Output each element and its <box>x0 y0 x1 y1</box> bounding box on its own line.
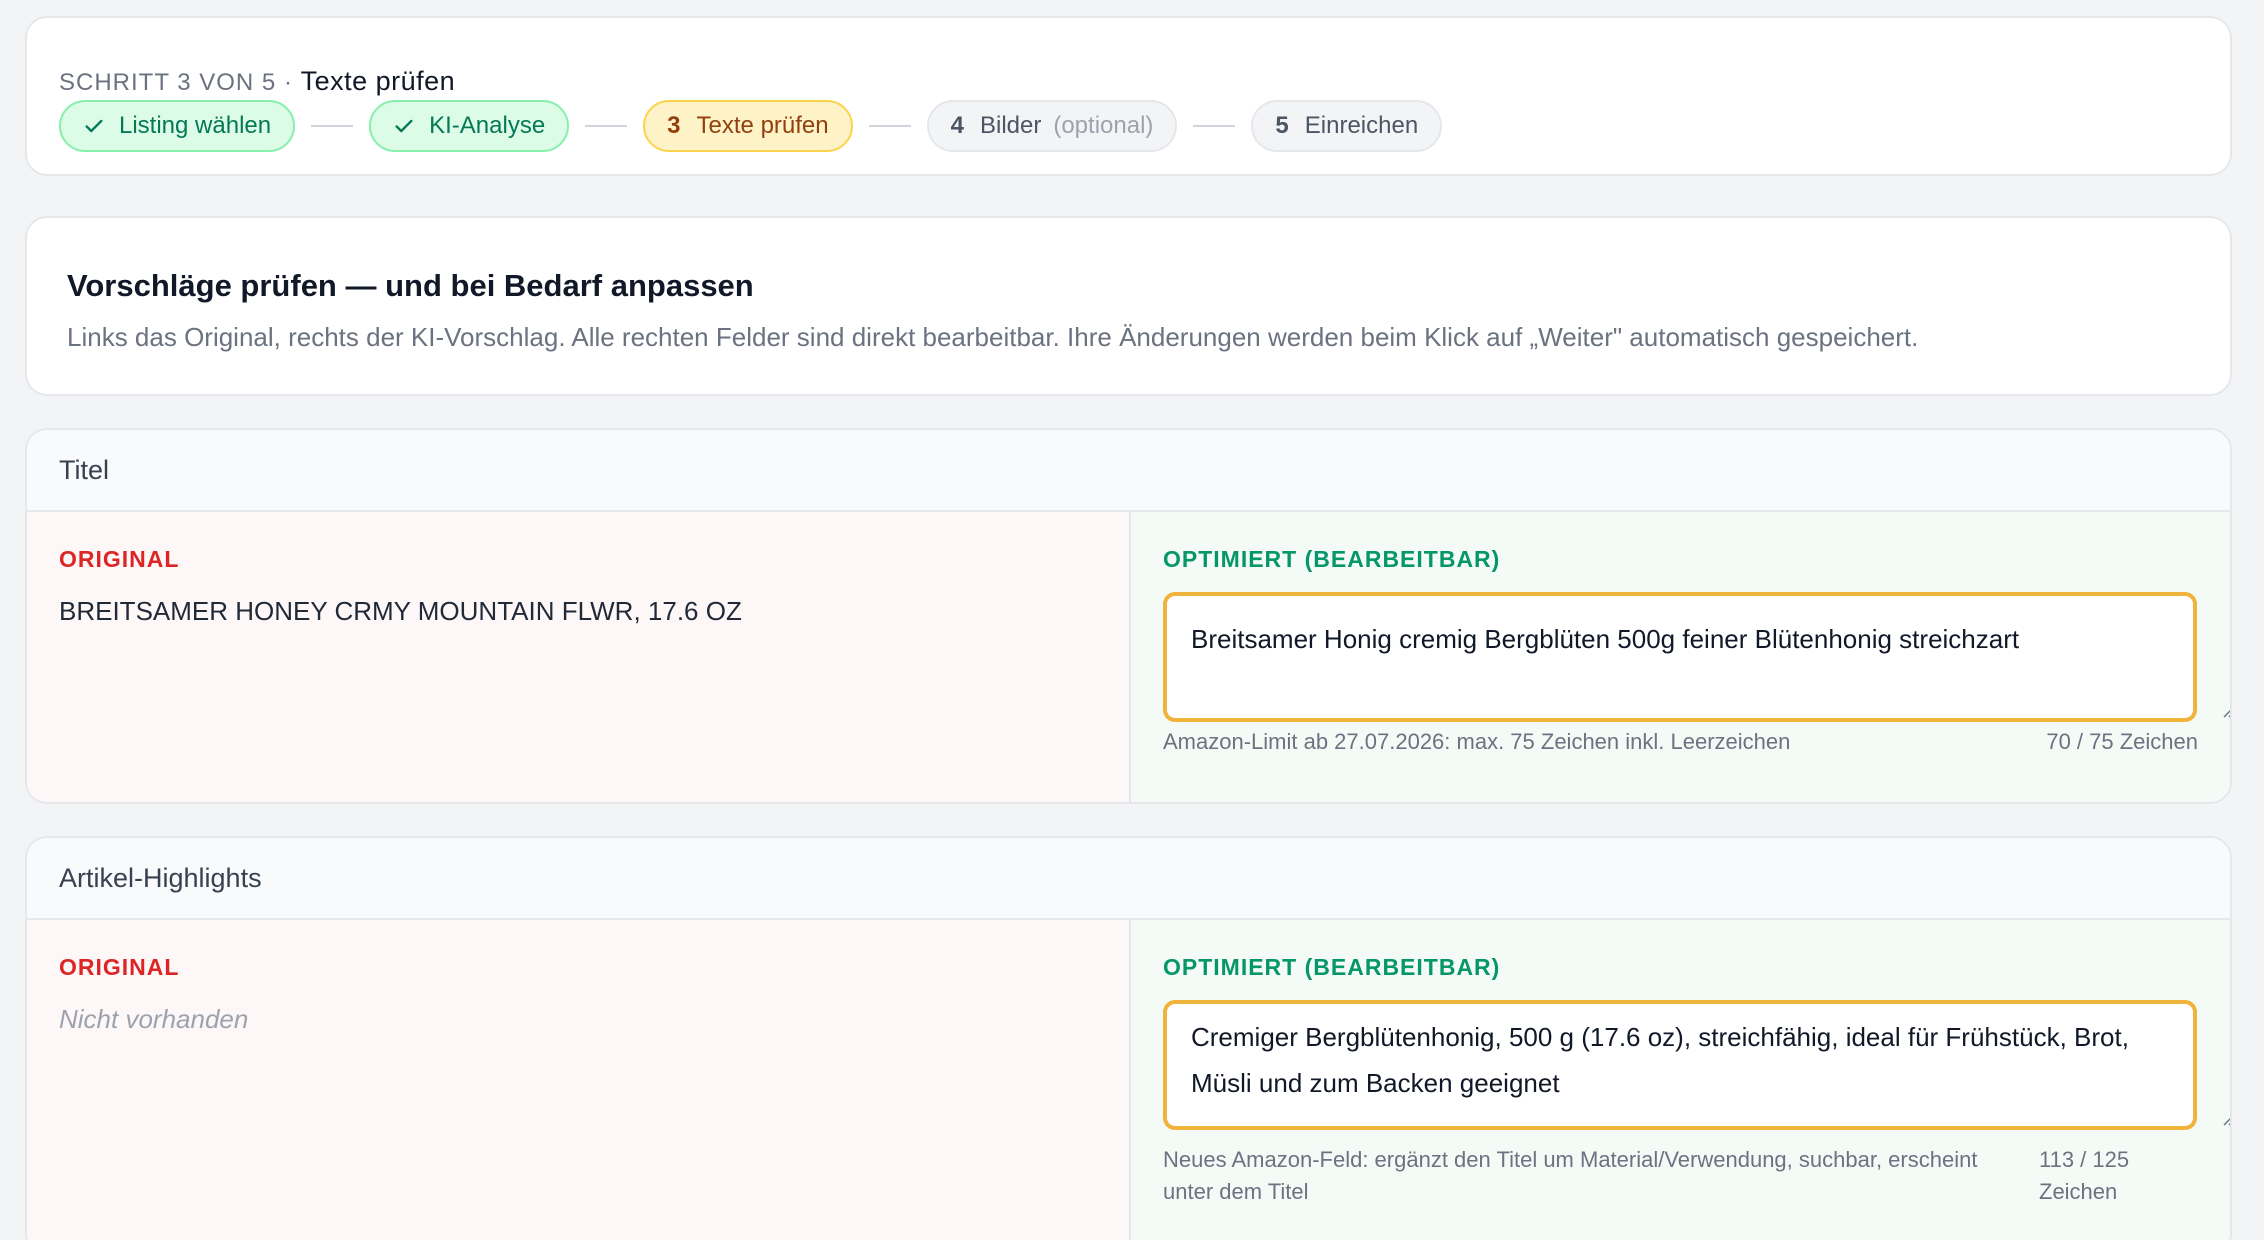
optimized-label: OPTIMIERT (BEARBEITBAR) <box>1163 954 1501 980</box>
highlights-section: Artikel-Highlights ORIGINAL Nicht vorhan… <box>25 836 2232 1240</box>
intro-card: Vorschläge prüfen — und bei Bedarf anpas… <box>25 216 2232 396</box>
step-label: Bilder <box>979 112 1042 139</box>
step-ki-analyse[interactable]: KI-Analyse <box>369 100 570 152</box>
highlights-char-counter: 113 / 125 Zeichen <box>2039 1147 2130 1204</box>
step-separator: · <box>283 69 293 96</box>
step-label: KI-Analyse <box>429 112 546 139</box>
step-number: 3 <box>667 112 681 139</box>
optimized-column: OPTIMIERT (BEARBEITBAR) Cremiger Bergblü… <box>1131 920 2230 1240</box>
current-step-title: Texte prüfen <box>300 66 456 96</box>
step-number: 4 <box>950 112 964 139</box>
optimized-label: OPTIMIERT (BEARBEITBAR) <box>1163 546 1501 572</box>
step-bilder[interactable]: 4 Bilder (optional) <box>926 100 1178 152</box>
step-connector <box>585 125 628 127</box>
step-indicator: SCHRITT 3 VON 5 · Texte prüfen <box>59 66 455 97</box>
step-label: Einreichen <box>1304 112 1419 139</box>
step-label: Listing wählen <box>119 112 272 139</box>
original-label: ORIGINAL <box>59 954 180 980</box>
section-heading: Artikel-Highlights <box>27 838 2230 920</box>
step-list: Listing wählen KI-Analyse 3 Texte prüfen… <box>59 100 1443 152</box>
section-heading: Titel <box>27 430 2230 512</box>
step-texte-pruefen[interactable]: 3 Texte prüfen <box>643 100 853 152</box>
step-counter: SCHRITT 3 VON 5 <box>59 69 277 96</box>
check-icon <box>85 119 103 133</box>
page-title: Vorschläge prüfen — und bei Bedarf anpas… <box>67 268 754 303</box>
title-char-counter: 70 / 75 Zeichen <box>2046 729 2198 754</box>
check-icon <box>395 119 413 133</box>
highlights-hint: Neues Amazon-Feld: ergänzt den Titel um … <box>1163 1147 1978 1204</box>
comparison-columns: ORIGINAL Nicht vorhanden OPTIMIERT (BEAR… <box>27 920 2230 1240</box>
optimized-title-input[interactable]: Breitsamer Honig cremig Bergblüten 500g … <box>1163 592 2197 722</box>
step-connector <box>868 125 911 127</box>
step-connector <box>1193 125 1236 127</box>
optimized-column: OPTIMIERT (BEARBEITBAR) Breitsamer Honig… <box>1131 512 2230 802</box>
resize-handle-icon[interactable] <box>2221 704 2232 718</box>
original-label: ORIGINAL <box>59 546 180 572</box>
original-title-text: BREITSAMER HONEY CRMY MOUNTAIN FLWR, 17.… <box>59 596 742 626</box>
resize-handle-icon[interactable] <box>2221 1112 2232 1126</box>
title-limit-hint: Amazon-Limit ab 27.07.2026: max. 75 Zeic… <box>1163 729 1791 754</box>
original-column: ORIGINAL BREITSAMER HONEY CRMY MOUNTAIN … <box>27 512 1131 802</box>
title-section: Titel ORIGINAL BREITSAMER HONEY CRMY MOU… <box>25 428 2232 804</box>
comparison-columns: ORIGINAL BREITSAMER HONEY CRMY MOUNTAIN … <box>27 512 2230 802</box>
original-highlights-text: Nicht vorhanden <box>59 1004 249 1034</box>
step-number: 5 <box>1275 112 1289 139</box>
page-description: Links das Original, rechts der KI-Vorsch… <box>67 322 1919 352</box>
optimized-highlights-input[interactable]: Cremiger Bergblütenhonig, 500 g (17.6 oz… <box>1163 1000 2197 1130</box>
step-connector <box>311 125 354 127</box>
step-listing-waehlen[interactable]: Listing wählen <box>59 100 296 152</box>
step-einreichen[interactable]: 5 Einreichen <box>1251 100 1443 152</box>
original-column: ORIGINAL Nicht vorhanden <box>27 920 1131 1240</box>
stepper-card: SCHRITT 3 VON 5 · Texte prüfen Listing w… <box>25 16 2232 176</box>
step-label: Texte prüfen <box>696 112 829 139</box>
step-optional-note: (optional) <box>1053 112 1154 139</box>
